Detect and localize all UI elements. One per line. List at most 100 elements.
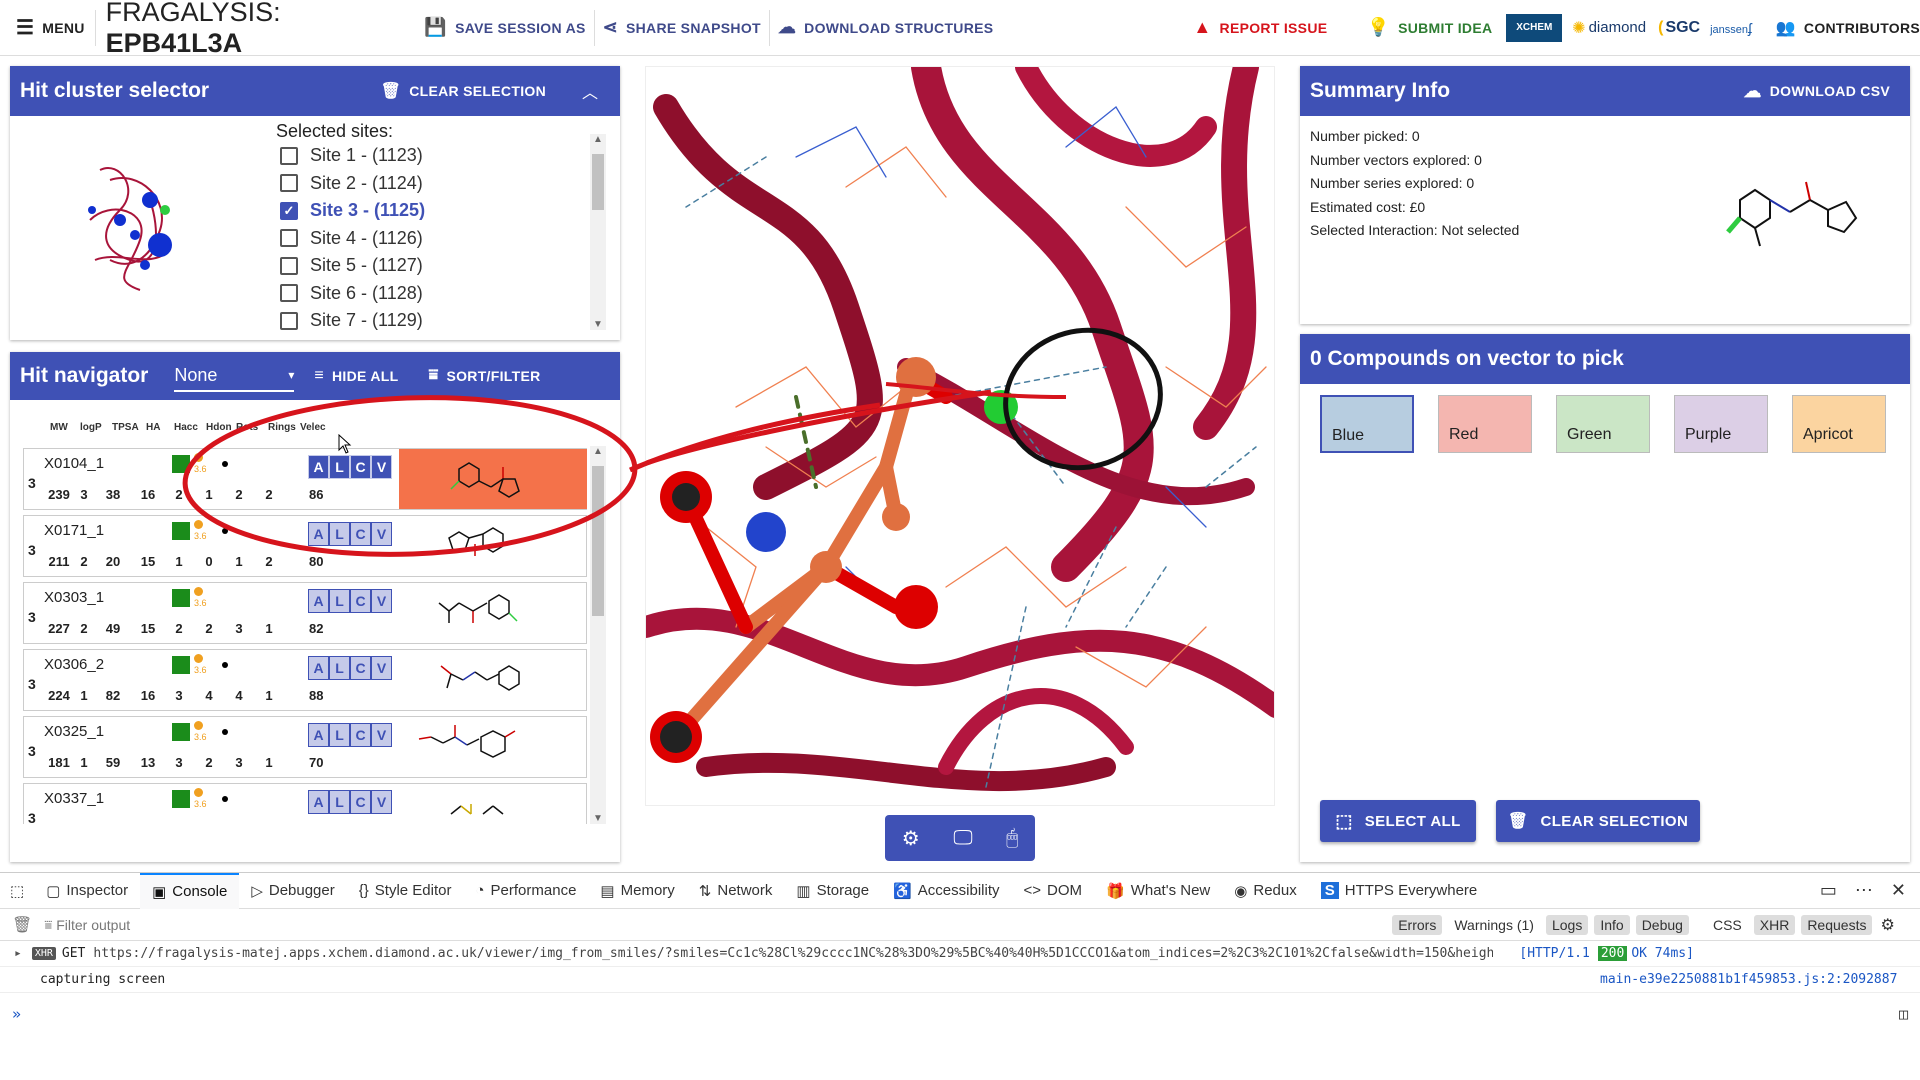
share-snapshot-button[interactable]: ⋖ SHARE SNAPSHOT	[603, 17, 761, 38]
report-issue-button[interactable]: ▲ REPORT ISSUE	[1193, 17, 1327, 38]
table-row[interactable]: 3 X0325_1 3.6 181 1 59 13 3 2 3 1 A L C …	[23, 716, 587, 778]
tab-memory[interactable]: ▤ Memory	[588, 873, 686, 909]
filter-logs[interactable]: Logs	[1545, 914, 1589, 935]
tab-whats-new[interactable]: 🎁 What's New	[1094, 873, 1222, 909]
clear-selection-button[interactable]: 🗑 CLEAR SELECTION	[381, 81, 546, 101]
sort-filter-button[interactable]: ⩸ SORT/FILTER	[428, 367, 540, 385]
toggle-c[interactable]: C	[350, 522, 371, 546]
select-all-button[interactable]: ⬚ SELECT ALL	[1320, 800, 1476, 842]
download-structures-button[interactable]: ☁ DOWNLOAD STRUCTURES	[778, 17, 994, 38]
toggle-complex[interactable]	[222, 729, 228, 735]
filter-requests[interactable]: Requests	[1801, 914, 1873, 935]
chevron-up-icon[interactable]: ︿	[582, 79, 598, 103]
table-row[interactable]: 3 X0337_1 3.6 A L C V	[23, 783, 587, 824]
tab-storage[interactable]: ▥ Storage	[784, 873, 881, 909]
scroll-up-icon[interactable]: ▲	[590, 134, 606, 145]
toggle-l[interactable]: L	[329, 455, 350, 479]
toggle-ligand[interactable]	[172, 455, 190, 473]
column-header[interactable]: MW	[50, 422, 68, 433]
toggle-protein[interactable]	[194, 721, 203, 730]
console-input[interactable]: » ◫	[0, 997, 1920, 1031]
column-header[interactable]: TPSA	[112, 422, 139, 433]
molecule-3d-viewer[interactable]	[645, 66, 1275, 806]
display-icon[interactable]: 🖵	[953, 827, 972, 850]
settings-icon[interactable]: ⚙	[1880, 915, 1894, 935]
toggle-ligand[interactable]	[172, 723, 190, 741]
filter-errors[interactable]: Errors	[1392, 914, 1443, 935]
log-url[interactable]: https://fragalysis-matej.apps.xchem.diam…	[93, 946, 1493, 961]
color-green-button[interactable]: Green	[1556, 395, 1650, 453]
settings-icon[interactable]: ⚙	[902, 826, 920, 851]
checkbox-checked[interactable]: ✓	[280, 201, 298, 220]
toggle-v[interactable]: V	[371, 656, 392, 680]
toggle-c[interactable]: C	[350, 589, 371, 613]
toggle-complex[interactable]	[222, 662, 228, 668]
toggle-v[interactable]: V	[371, 455, 392, 479]
checkbox[interactable]	[280, 311, 298, 330]
toggle-a[interactable]: A	[308, 790, 329, 814]
filter-info[interactable]: Info	[1594, 914, 1630, 935]
toggle-ligand[interactable]	[172, 790, 190, 808]
checkbox[interactable]	[280, 146, 298, 165]
trash-icon[interactable]: 🗑	[0, 915, 44, 935]
toggle-a[interactable]: A	[308, 723, 329, 747]
toggle-l[interactable]: L	[329, 723, 350, 747]
column-header[interactable]: Rings	[268, 422, 296, 433]
toggle-protein[interactable]	[194, 788, 203, 797]
menu-button[interactable]: ☰ MENU	[16, 15, 85, 40]
more-options-icon[interactable]: ⋯	[1855, 880, 1873, 901]
hide-all-button[interactable]: ≡ HIDE ALL	[314, 367, 398, 385]
close-icon[interactable]: ✕	[1891, 880, 1906, 901]
scrollbar-thumb[interactable]	[592, 466, 604, 616]
site-item[interactable]: Site 2 - (1124)	[266, 170, 588, 198]
color-purple-button[interactable]: Purple	[1674, 395, 1768, 453]
site-item[interactable]: ✓ Site 3 - (1125)	[266, 197, 588, 225]
toggle-c[interactable]: C	[350, 723, 371, 747]
tab-inspector[interactable]: ▢ Inspector	[34, 873, 140, 909]
mouse-icon[interactable]: 🖱	[1006, 827, 1018, 850]
checkbox[interactable]	[280, 174, 298, 193]
toggle-c[interactable]: C	[350, 790, 371, 814]
column-header[interactable]: Velec	[300, 422, 326, 433]
filter-debug[interactable]: Debug	[1635, 914, 1689, 935]
dock-icon[interactable]: ▭	[1820, 880, 1837, 901]
tab-network[interactable]: ⇅ Network	[687, 873, 785, 909]
download-csv-button[interactable]: ☁ DOWNLOAD CSV	[1743, 81, 1890, 102]
tab-https-everywhere[interactable]: S HTTPS Everywhere	[1309, 873, 1490, 909]
toggle-l[interactable]: L	[329, 790, 350, 814]
toggle-a[interactable]: A	[308, 656, 329, 680]
color-apricot-button[interactable]: Apricot	[1792, 395, 1886, 453]
expand-arrow-icon[interactable]: ▸	[0, 946, 32, 961]
toggle-a[interactable]: A	[308, 589, 329, 613]
column-header[interactable]: Hdon	[206, 422, 232, 433]
checkbox[interactable]	[280, 256, 298, 275]
filter-warnings[interactable]: Warnings (1)	[1448, 915, 1540, 935]
toggle-v[interactable]: V	[371, 589, 392, 613]
toggle-ligand[interactable]	[172, 656, 190, 674]
column-header[interactable]: logP	[80, 422, 102, 433]
column-header[interactable]: HA	[146, 422, 160, 433]
toggle-a[interactable]: A	[308, 522, 329, 546]
save-session-button[interactable]: 💾 SAVE SESSION AS	[424, 17, 585, 38]
toggle-l[interactable]: L	[329, 589, 350, 613]
table-row[interactable]: 3 X0104_1 3.6 239 3 38 16 2 1 2 2 A L C …	[23, 448, 587, 510]
toggle-v[interactable]: V	[371, 522, 392, 546]
filter-dropdown[interactable]: None ▾	[174, 360, 295, 392]
toggle-ligand[interactable]	[172, 522, 190, 540]
toggle-protein[interactable]	[194, 587, 203, 596]
site-item[interactable]: Site 5 - (1127)	[266, 252, 588, 280]
toggle-complex[interactable]	[222, 461, 228, 467]
tab-redux[interactable]: ◉ Redux	[1222, 873, 1308, 909]
toggle-protein[interactable]	[194, 654, 203, 663]
toggle-a[interactable]: A	[308, 455, 329, 479]
pick-element-icon[interactable]: ⬚	[0, 873, 34, 909]
column-header[interactable]: Rots	[236, 422, 258, 433]
table-row[interactable]: 3 X0303_1 3.6 227 2 49 15 2 2 3 1 A L C …	[23, 582, 587, 644]
hit-list-scrollbar[interactable]: ▲ ▼	[590, 446, 606, 824]
tab-performance[interactable]: ◔ Performance	[463, 873, 588, 909]
filter-output-input[interactable]: Filter output	[56, 917, 1386, 933]
clear-selection-button[interactable]: 🗑 CLEAR SELECTION	[1496, 800, 1700, 842]
column-header[interactable]: Hacc	[174, 422, 198, 433]
color-blue-button[interactable]: Blue	[1320, 395, 1414, 453]
table-row[interactable]: 3 X0306_2 3.6 224 1 82 16 3 4 4 1 A L C …	[23, 649, 587, 711]
